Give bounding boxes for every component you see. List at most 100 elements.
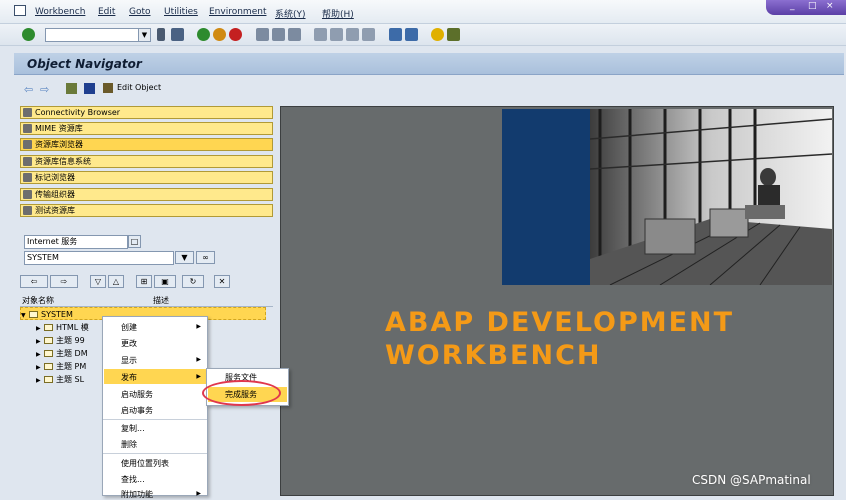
menu-item-copy[interactable]: 复制... — [121, 423, 145, 434]
menu-item-start-transaction[interactable]: 启动事务 — [121, 405, 153, 416]
nav-label: 测试资源库 — [35, 206, 75, 215]
folder-icon — [44, 350, 53, 357]
close-icon[interactable]: × — [826, 1, 834, 11]
menu-item-start-service[interactable]: 启动服务 — [121, 389, 153, 400]
nav-repository-browser[interactable]: 资源库浏览器 — [20, 138, 273, 151]
nav-connectivity-browser[interactable]: Connectivity Browser — [20, 106, 273, 119]
save-icon[interactable] — [171, 28, 184, 41]
back-arrow-icon[interactable] — [157, 28, 165, 41]
first-page-icon[interactable] — [314, 28, 327, 41]
menu-item-delete[interactable]: 删除 — [121, 439, 137, 450]
menu-item-where-used-list[interactable]: 使用位置列表 — [121, 458, 169, 469]
watermark: CSDN @SAPmatinal — [692, 473, 811, 487]
object-type-dropdown-icon[interactable]: □ — [128, 235, 141, 248]
tree-display-icon[interactable]: ▣ — [154, 275, 176, 288]
print-icon[interactable] — [256, 28, 269, 41]
menu-workbench[interactable]: Workbench — [35, 7, 85, 17]
tree-row[interactable]: ▶ 主题 PM — [36, 360, 86, 373]
sap-menu-icon[interactable] — [14, 5, 26, 16]
command-field[interactable] — [45, 28, 151, 42]
expand-down-icon[interactable]: ▼ — [21, 309, 29, 322]
nav-label: Connectivity Browser — [35, 108, 121, 117]
menu-goto[interactable]: Goto — [129, 7, 151, 17]
back-nav-icon[interactable]: ⇦ — [24, 83, 33, 96]
nav-tag-browser[interactable]: 标记浏览器 — [20, 171, 273, 184]
transport-icon — [23, 190, 32, 199]
shortcut-icon[interactable] — [405, 28, 418, 41]
tree-filter-icon[interactable]: ▽ — [90, 275, 106, 288]
application-toolbar: ⇦ ⇨ Edit Object — [14, 77, 844, 99]
submenu-arrow-icon: ▶ — [196, 373, 201, 380]
context-menu-highlight — [104, 369, 206, 384]
folder-icon — [44, 337, 53, 344]
layout-menu-icon[interactable] — [447, 28, 460, 41]
menu-edit[interactable]: Edit — [98, 7, 115, 17]
help-icon[interactable] — [431, 28, 444, 41]
column-description[interactable]: 描述 — [153, 295, 169, 306]
menu-environment[interactable]: Environment — [209, 7, 266, 17]
edit-object-button[interactable]: Edit Object — [117, 83, 161, 92]
tree-row[interactable]: ▶ 主题 SL — [36, 373, 84, 386]
splash-blue-block — [502, 109, 590, 285]
menu-item-change[interactable]: 更改 — [121, 338, 137, 349]
expand-right-icon[interactable]: ▶ — [36, 374, 44, 387]
nav-repository-info-system[interactable]: 资源库信息系统 — [20, 155, 273, 168]
minimize-icon[interactable]: _ — [790, 1, 795, 11]
create-session-icon[interactable] — [389, 28, 402, 41]
enter-icon[interactable] — [22, 28, 35, 41]
menu-system[interactable]: 系统(Y) — [275, 7, 306, 20]
office-photo-image — [590, 109, 832, 285]
tree-close-icon[interactable]: ✕ — [214, 275, 230, 288]
context-menu: 创建 ▶ 更改 显示 ▶ 发布 ▶ 启动服务 启动事务 复制... 删除 使用位… — [102, 316, 208, 499]
menu-item-more-functions[interactable]: 附加功能 — [121, 489, 153, 500]
page-title: Object Navigator — [27, 57, 142, 71]
tree-item-label: 主题 DM — [56, 349, 88, 358]
object-type-select[interactable]: Internet 服务 — [24, 235, 128, 249]
find-next-icon[interactable] — [288, 28, 301, 41]
nav-mime-repository[interactable]: MIME 资源库 — [20, 122, 273, 135]
hierarchy-icon[interactable] — [66, 83, 77, 94]
tree-collapse-icon[interactable]: △ — [108, 275, 124, 288]
command-field-dropdown-icon[interactable]: ▼ — [138, 28, 151, 42]
folder-icon — [44, 324, 53, 331]
tree-refresh-icon[interactable]: ↻ — [182, 275, 204, 288]
last-page-icon[interactable] — [362, 28, 375, 41]
menu-help[interactable]: 帮助(H) — [322, 7, 354, 20]
tree-row[interactable]: ▶ HTML 模 — [36, 321, 89, 334]
menu-item-find[interactable]: 查找... — [121, 474, 145, 485]
next-page-icon[interactable] — [346, 28, 359, 41]
tree-hierarchy-icon[interactable]: ⊞ — [136, 275, 152, 288]
nav-label: 资源库浏览器 — [35, 140, 83, 149]
nav-transport-organizer[interactable]: 传输组织器 — [20, 188, 273, 201]
tree-row[interactable]: ▶ 主题 99 — [36, 334, 85, 347]
find-icon[interactable] — [272, 28, 285, 41]
cancel-icon[interactable] — [229, 28, 242, 41]
menu-item-publish[interactable]: 发布 — [121, 372, 137, 383]
nav-test-repository[interactable]: 测试资源库 — [20, 204, 273, 217]
edit-object-icon[interactable] — [103, 83, 113, 93]
menu-utilities[interactable]: Utilities — [164, 7, 198, 17]
previous-page-icon[interactable] — [330, 28, 343, 41]
menu-item-display[interactable]: 显示 — [121, 355, 137, 366]
tree-item-label: HTML 模 — [56, 323, 89, 332]
forward-nav-icon[interactable]: ⇨ — [40, 83, 49, 96]
info-icon[interactable] — [84, 83, 95, 94]
maximize-icon[interactable]: □ — [808, 1, 817, 11]
column-object-name[interactable]: 对象名称 — [22, 295, 54, 306]
tree-row[interactable]: ▶ 主题 DM — [36, 347, 88, 360]
splash-title-line2: WORKBENCH — [385, 340, 602, 371]
tree-forward-icon[interactable]: ⇨ — [50, 275, 78, 288]
exit-icon[interactable] — [213, 28, 226, 41]
object-name-input[interactable]: SYSTEM — [24, 251, 174, 265]
display-glasses-icon[interactable]: ∞ — [196, 251, 215, 264]
submenu-arrow-icon: ▶ — [196, 356, 201, 363]
menu-item-create[interactable]: 创建 — [121, 322, 137, 333]
repository-browser-icon — [23, 140, 32, 149]
menu-separator — [103, 419, 207, 420]
object-name-dropdown-icon[interactable]: ▼ — [175, 251, 194, 264]
tree-item-label: 主题 PM — [56, 362, 87, 371]
folder-icon — [44, 376, 53, 383]
folder-icon — [44, 363, 53, 370]
tree-back-icon[interactable]: ⇦ — [20, 275, 48, 288]
back-icon[interactable] — [197, 28, 210, 41]
